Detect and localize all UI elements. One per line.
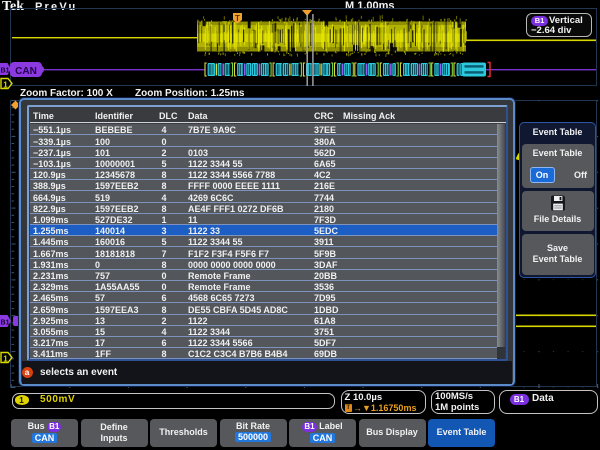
svg-text:CAN: CAN	[15, 66, 37, 77]
svg-text:B1: B1	[1, 320, 10, 327]
svg-text:T: T	[235, 14, 240, 23]
svg-text:B1: B1	[1, 68, 10, 75]
svg-text:1: 1	[3, 81, 8, 90]
svg-text:1: 1	[3, 355, 8, 364]
